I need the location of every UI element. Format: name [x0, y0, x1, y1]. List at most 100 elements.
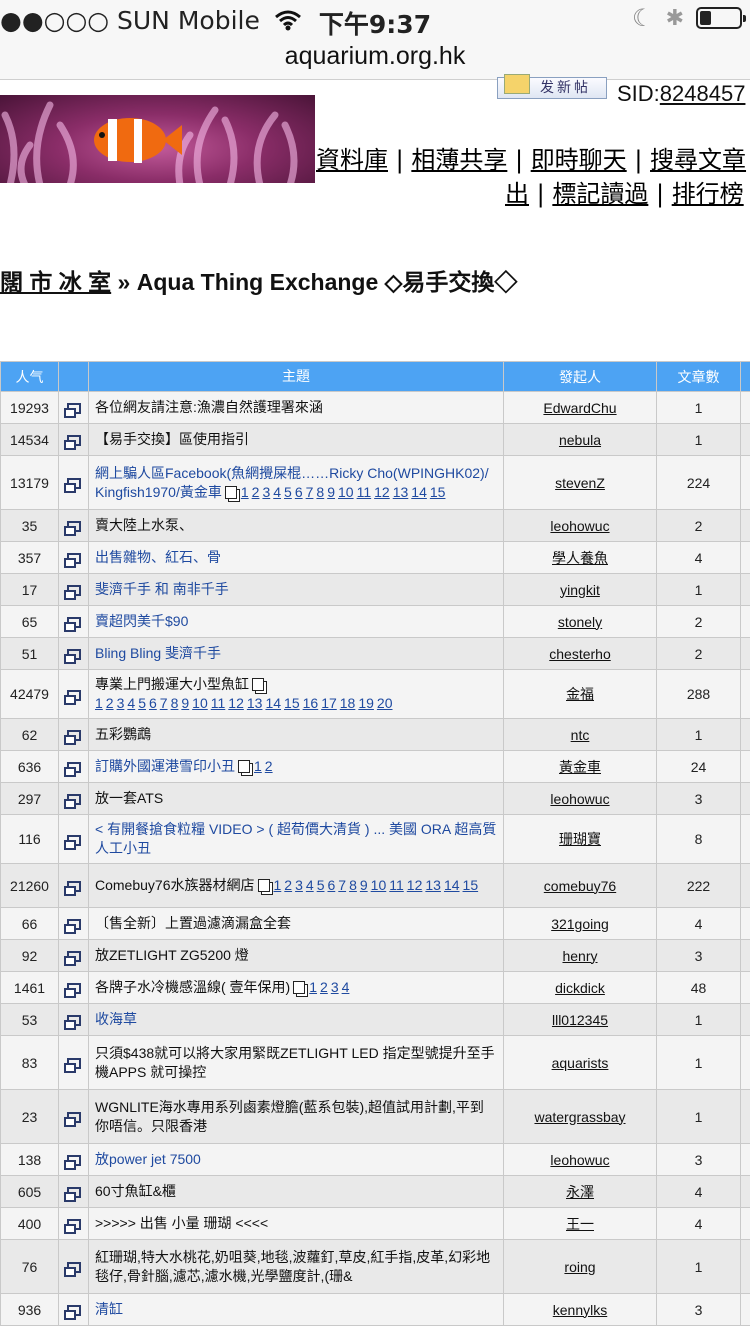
page-link[interactable]: 17 [321, 695, 337, 711]
page-link[interactable]: 14 [411, 484, 427, 500]
thread-title-link[interactable]: 紅珊瑚,特大水桃花,奶咀葵,地毯,波蘿釘,草皮,紅手指,皮革,幻彩地毯仔,骨針腦… [95, 1249, 490, 1284]
page-link[interactable]: 13 [393, 484, 409, 500]
row-subject[interactable]: 放power jet 7500 [88, 1143, 504, 1176]
table-row[interactable]: 76 紅珊瑚,特大水桃花,奶咀葵,地毯,波蘿釘,草皮,紅手指,皮革,幻彩地毯仔,骨… [0, 1239, 750, 1294]
author-link[interactable]: aquarists [552, 1055, 609, 1071]
thread-title-link[interactable]: 各牌子水冷機感溫線( 壹年保用) [95, 979, 290, 995]
author-link[interactable]: yingkit [560, 582, 600, 598]
row-subject[interactable]: WGNLITE海水專用系列鹵素燈膽(藍系包裝),超值試用計劃,平到你唔信。只限香… [88, 1089, 504, 1144]
author-link[interactable]: 黃金車 [559, 759, 601, 775]
page-link[interactable]: 3 [262, 484, 270, 500]
page-link[interactable]: 7 [306, 484, 314, 500]
table-row[interactable]: 116 < 有開餐搶食粒糧 VIDEO > ( 超荀價大清貨 ) ... 美國 O… [0, 814, 750, 864]
table-row[interactable]: 23 WGNLITE海水專用系列鹵素燈膽(藍系包裝),超值試用計劃,平到你唔信。只… [0, 1089, 750, 1144]
thread-title-link[interactable]: Comebuy76水族器材網店 [95, 877, 255, 893]
row-subject[interactable]: 訂購外國運港雪印小丑 1 2 [88, 750, 504, 783]
author-link[interactable]: 王一 [566, 1216, 594, 1232]
author-link[interactable]: 學人養魚 [552, 550, 608, 566]
page-link[interactable]: 12 [374, 484, 390, 500]
page-link[interactable]: 5 [284, 484, 292, 500]
page-link[interactable]: 2 [284, 877, 292, 893]
thread-title-link[interactable]: 專業上門搬運大小型魚缸 [95, 676, 249, 692]
table-row[interactable]: 66 〔售全新〕上置過濾滴漏盒全套 321going 4 [0, 907, 750, 940]
page-link[interactable]: 1 [95, 695, 103, 711]
author-link[interactable]: 321going [551, 916, 609, 932]
row-subject[interactable]: 60寸魚缸&櫃 [88, 1175, 504, 1208]
thread-title-link[interactable]: 60寸魚缸&櫃 [95, 1183, 176, 1199]
row-subject[interactable]: 【易手交換】區使用指引 [88, 423, 504, 456]
page-link[interactable]: 14 [444, 877, 460, 893]
thread-title-link[interactable]: 【易手交換】區使用指引 [95, 431, 249, 447]
table-row[interactable]: 65 賣超閃美千$90 stonely 2 [0, 605, 750, 638]
page-link[interactable]: 4 [127, 695, 135, 711]
thread-title-link[interactable]: 各位網友請注意:漁濃自然護理署來涵 [95, 399, 323, 415]
table-row[interactable]: 1461 各牌子水冷機感溫線( 壹年保用) 1 2 3 4 dickdick 48 [0, 971, 750, 1004]
page-link[interactable]: 2 [106, 695, 114, 711]
page-link[interactable]: 9 [327, 484, 335, 500]
nav-logout[interactable]: 出 [505, 180, 529, 208]
page-link[interactable]: 13 [425, 877, 441, 893]
thread-title-link[interactable]: 賣大陸上水泵、 [95, 517, 193, 533]
row-subject[interactable]: Comebuy76水族器材網店 1 2 3 4 5 6 7 8 9 10 11 12 13 14 15 [88, 863, 504, 908]
page-link[interactable]: 2 [252, 484, 260, 500]
author-link[interactable]: watergrassbay [534, 1109, 625, 1125]
author-link[interactable]: nebula [559, 432, 601, 448]
page-link[interactable]: 12 [407, 877, 423, 893]
header-author[interactable]: 發起人 [503, 361, 657, 392]
thread-title-link[interactable]: 五彩鸚鵡 [95, 726, 151, 742]
table-row[interactable]: 936 清缸 kennylks 3 [0, 1293, 750, 1326]
page-link[interactable]: 15 [284, 695, 300, 711]
author-link[interactable]: leohowuc [550, 1152, 609, 1168]
page-link[interactable]: 1 [274, 877, 282, 893]
page-link[interactable]: 1 [241, 484, 249, 500]
table-row[interactable]: 357 出售雜物、紅石、骨 學人養魚 4 [0, 541, 750, 574]
author-link[interactable]: leohowuc [550, 791, 609, 807]
table-row[interactable]: 35 賣大陸上水泵、 leohowuc 2 [0, 509, 750, 542]
page-link[interactable]: 19 [358, 695, 374, 711]
page-link[interactable]: 16 [303, 695, 319, 711]
author-link[interactable]: EdwardChu [543, 400, 616, 416]
row-subject[interactable]: 〔售全新〕上置過濾滴漏盒全套 [88, 907, 504, 940]
page-link[interactable]: 11 [211, 695, 226, 711]
table-row[interactable]: 400 >>>>> 出售 小量 珊瑚 <<<< 王一 4 [0, 1207, 750, 1240]
row-subject[interactable]: Bling Bling 斐濟千手 [88, 637, 504, 670]
author-link[interactable]: dickdick [555, 980, 605, 996]
table-row[interactable]: 13 1 79 網上騙人區Facebook(魚網攪屎棍……Ricky Cho(WPIN… [0, 455, 750, 510]
nav-search[interactable]: 搜尋文章 [650, 146, 746, 174]
page-link[interactable]: 4 [342, 979, 350, 995]
row-subject[interactable]: 賣大陸上水泵、 [88, 509, 504, 542]
table-row[interactable]: 14534 【易手交換】區使用指引 nebula 1 [0, 423, 750, 456]
row-subject[interactable]: 放ZETLIGHT ZG5200 燈 [88, 939, 504, 972]
author-link[interactable]: roing [564, 1259, 595, 1275]
thread-title-link[interactable]: 放ZETLIGHT ZG5200 燈 [95, 947, 249, 963]
row-subject[interactable]: 網上騙人區Facebook(魚網攪屎棍……Ricky Cho(WPINGHK02… [88, 455, 504, 510]
table-row[interactable]: 297 放一套ATS leohowuc 3 [0, 782, 750, 815]
page-link[interactable]: 4 [273, 484, 281, 500]
header-popularity[interactable]: 人气 [0, 361, 59, 392]
row-subject[interactable]: 專業上門搬運大小型魚缸1 2 3 4 5 6 7 8 9 10 11 12 13 14 15 16 17 18 19… [88, 669, 504, 719]
page-link[interactable]: 14 [265, 695, 281, 711]
table-row[interactable]: 17 斐濟千手 和 南非千手 yingkit 1 [0, 573, 750, 606]
page-link[interactable]: 8 [171, 695, 179, 711]
table-row[interactable]: 83 只須$438就可以將大家用緊既ZETLIGHT LED 指定型號提升至手機A… [0, 1035, 750, 1090]
page-link[interactable]: 10 [192, 695, 208, 711]
header-posts[interactable]: 文章數 [656, 361, 741, 392]
thread-title-link[interactable]: 清缸 [95, 1301, 123, 1317]
row-subject[interactable]: 各位網友請注意:漁濃自然護理署來涵 [88, 391, 504, 424]
thread-title-link[interactable]: 放power jet 7500 [95, 1151, 201, 1167]
page-link[interactable]: 12 [228, 695, 244, 711]
row-subject[interactable]: >>>>> 出售 小量 珊瑚 <<<< [88, 1207, 504, 1240]
page-link[interactable]: 4 [306, 877, 314, 893]
page-link[interactable]: 9 [181, 695, 189, 711]
table-row[interactable]: 62 五彩鸚鵡 ntc 1 [0, 718, 750, 751]
author-link[interactable]: chesterho [549, 646, 610, 662]
thread-title-link[interactable]: 收海草 [95, 1011, 137, 1027]
table-row[interactable]: 92 放ZETLIGHT ZG5200 燈 henry 3 [0, 939, 750, 972]
page-link[interactable]: 7 [160, 695, 168, 711]
author-link[interactable]: 珊瑚寶 [559, 831, 601, 847]
header-subject[interactable]: 主題 [88, 361, 504, 392]
thread-title-link[interactable]: 賣超閃美千$90 [95, 613, 188, 629]
page-link[interactable]: 3 [331, 979, 339, 995]
nav-photo-sharing[interactable]: 相薄共享 [411, 146, 507, 174]
page-link[interactable]: 13 [247, 695, 263, 711]
